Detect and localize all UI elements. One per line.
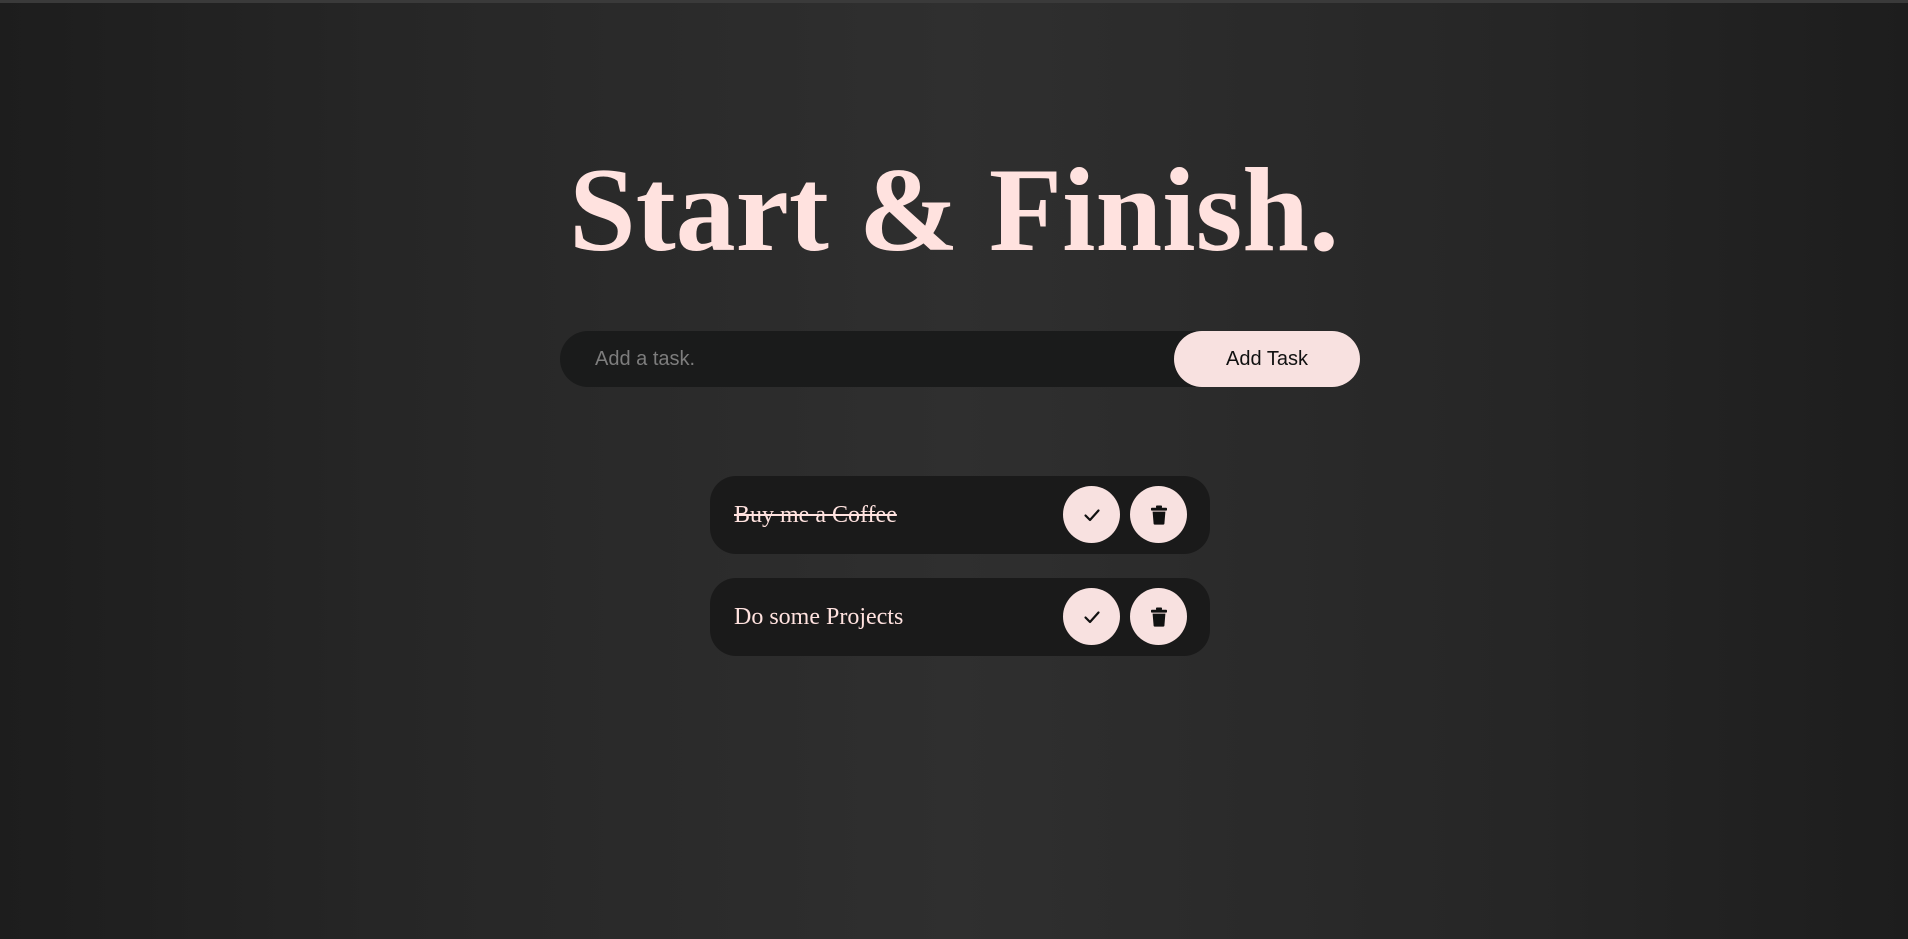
task-input[interactable] bbox=[560, 331, 1180, 387]
task-text: Do some Projects bbox=[734, 604, 904, 630]
task-item: Do some Projects bbox=[710, 578, 1210, 656]
complete-task-button[interactable] bbox=[1063, 588, 1120, 645]
page-title: Start & Finish. bbox=[568, 143, 1340, 276]
task-list: Buy me a Coffee Do some Projects bbox=[710, 476, 1210, 680]
check-icon bbox=[1083, 610, 1100, 623]
task-item: Buy me a Coffee bbox=[710, 476, 1210, 554]
delete-task-button[interactable] bbox=[1130, 588, 1187, 645]
trash-icon bbox=[1150, 505, 1167, 525]
add-task-button[interactable]: Add Task bbox=[1174, 331, 1360, 387]
check-icon bbox=[1083, 508, 1100, 521]
trash-icon bbox=[1150, 607, 1167, 627]
delete-task-button[interactable] bbox=[1130, 486, 1187, 543]
add-task-form: Add Task bbox=[560, 331, 1360, 387]
window-top-edge bbox=[0, 0, 1908, 3]
complete-task-button[interactable] bbox=[1063, 486, 1120, 543]
task-text: Buy me a Coffee bbox=[734, 502, 897, 528]
